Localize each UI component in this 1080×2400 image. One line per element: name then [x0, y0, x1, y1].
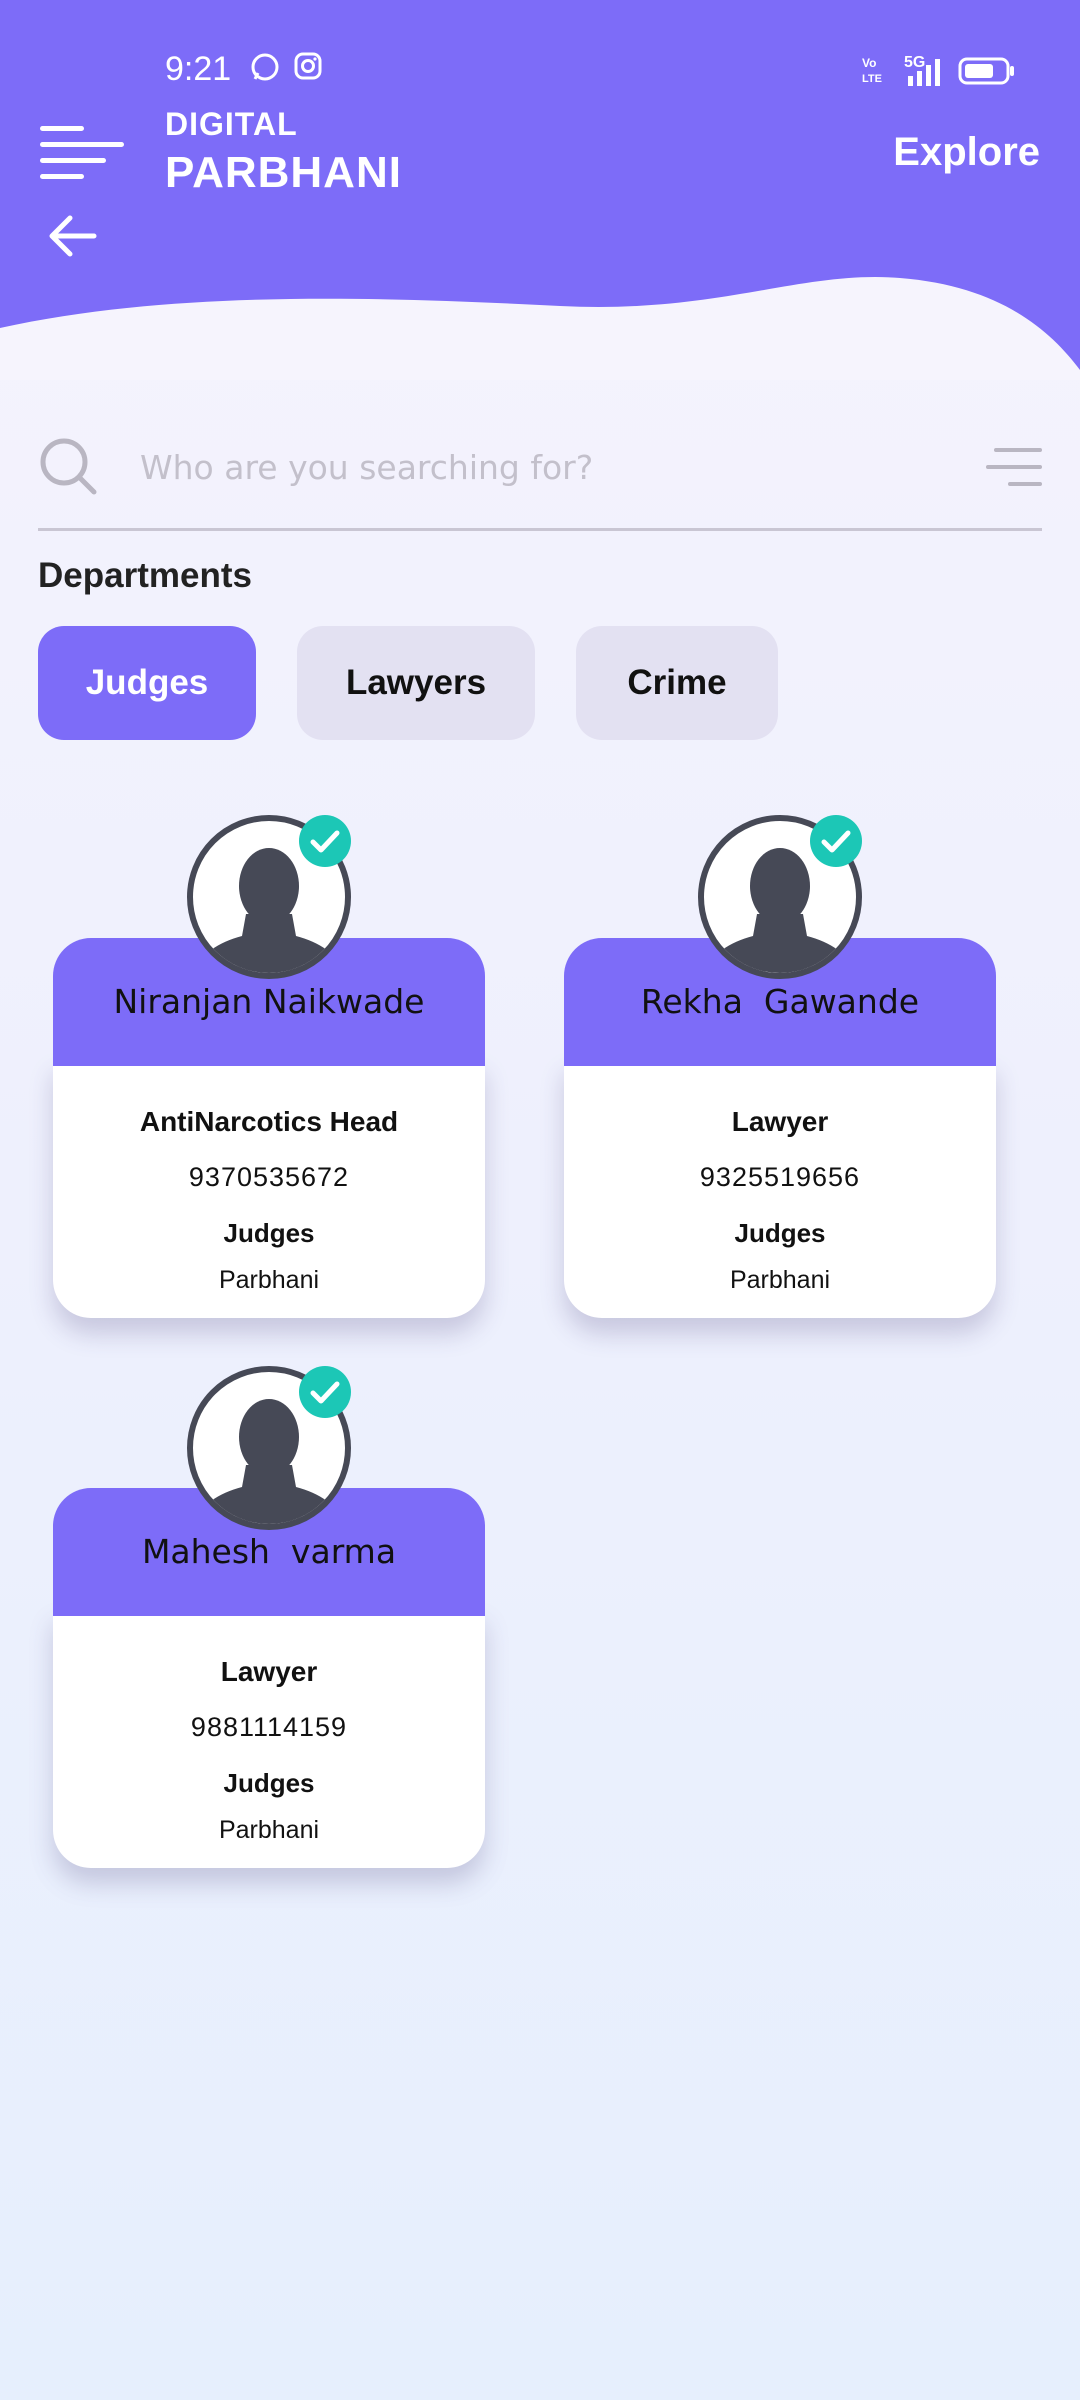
person-card[interactable]: Niranjan Naikwade AntiNarcotics Head 937…: [53, 938, 485, 1318]
back-arrow-icon[interactable]: [44, 208, 100, 264]
person-department: Judges: [223, 1768, 315, 1798]
battery-icon: [958, 57, 1014, 85]
person-city: Parbhani: [729, 1266, 831, 1294]
person-city: Parbhani: [218, 1266, 320, 1294]
search-input[interactable]: [138, 436, 942, 498]
status-time: 9:21: [165, 50, 232, 88]
menu-icon[interactable]: [38, 122, 128, 182]
person-name: Mahesh varma: [141, 1532, 397, 1571]
person-role: Lawyer: [220, 1656, 318, 1687]
verified-check-icon: [299, 815, 351, 867]
svg-text:Vo: Vo: [862, 56, 876, 70]
app-subtitle: DIGITAL: [165, 106, 298, 142]
tab-label: Crime: [627, 663, 727, 702]
tab-judges[interactable]: Judges: [38, 626, 256, 740]
verified-check-icon: [810, 815, 862, 867]
filter-icon[interactable]: [986, 446, 1042, 490]
app-title: PARBHANI: [165, 148, 402, 197]
tab-lawyers[interactable]: Lawyers: [297, 626, 535, 740]
person-city: Parbhani: [218, 1816, 320, 1844]
person-name: Niranjan Naikwade: [113, 982, 425, 1021]
person-role: AntiNarcotics Head: [139, 1106, 399, 1137]
signal-icon: [908, 59, 940, 86]
tab-crime[interactable]: Crime: [576, 626, 778, 740]
person-phone[interactable]: 9370535672: [53, 1162, 485, 1193]
app-header: 9:21 Vo LTE 5G DIGITAL PARBHANI Explore: [0, 0, 1080, 380]
person-phone[interactable]: 9881114159: [53, 1712, 485, 1743]
verified-check-icon: [299, 1366, 351, 1418]
tab-label: Lawyers: [345, 663, 487, 702]
person-card[interactable]: Rekha Gawande Lawyer 9325519656 Judges P…: [564, 938, 996, 1318]
search-icon[interactable]: [38, 436, 98, 496]
person-department: Judges: [734, 1218, 826, 1248]
person-phone[interactable]: 9325519656: [564, 1162, 996, 1193]
whatsapp-icon: [251, 53, 279, 81]
departments-heading: Departments: [38, 556, 252, 595]
header-wave: [0, 277, 1080, 380]
volte-icon: Vo LTE: [862, 56, 882, 84]
person-role: Lawyer: [731, 1106, 829, 1137]
explore-button[interactable]: Explore: [893, 130, 1040, 175]
svg-text:LTE: LTE: [862, 73, 882, 84]
person-department: Judges: [223, 1218, 315, 1248]
instagram-icon: [294, 52, 322, 80]
search-bar: [38, 420, 1042, 531]
person-name: Rekha Gawande: [640, 982, 920, 1021]
person-card[interactable]: Mahesh varma Lawyer 9881114159 Judges Pa…: [53, 1488, 485, 1868]
tab-label: Judges: [85, 663, 209, 702]
